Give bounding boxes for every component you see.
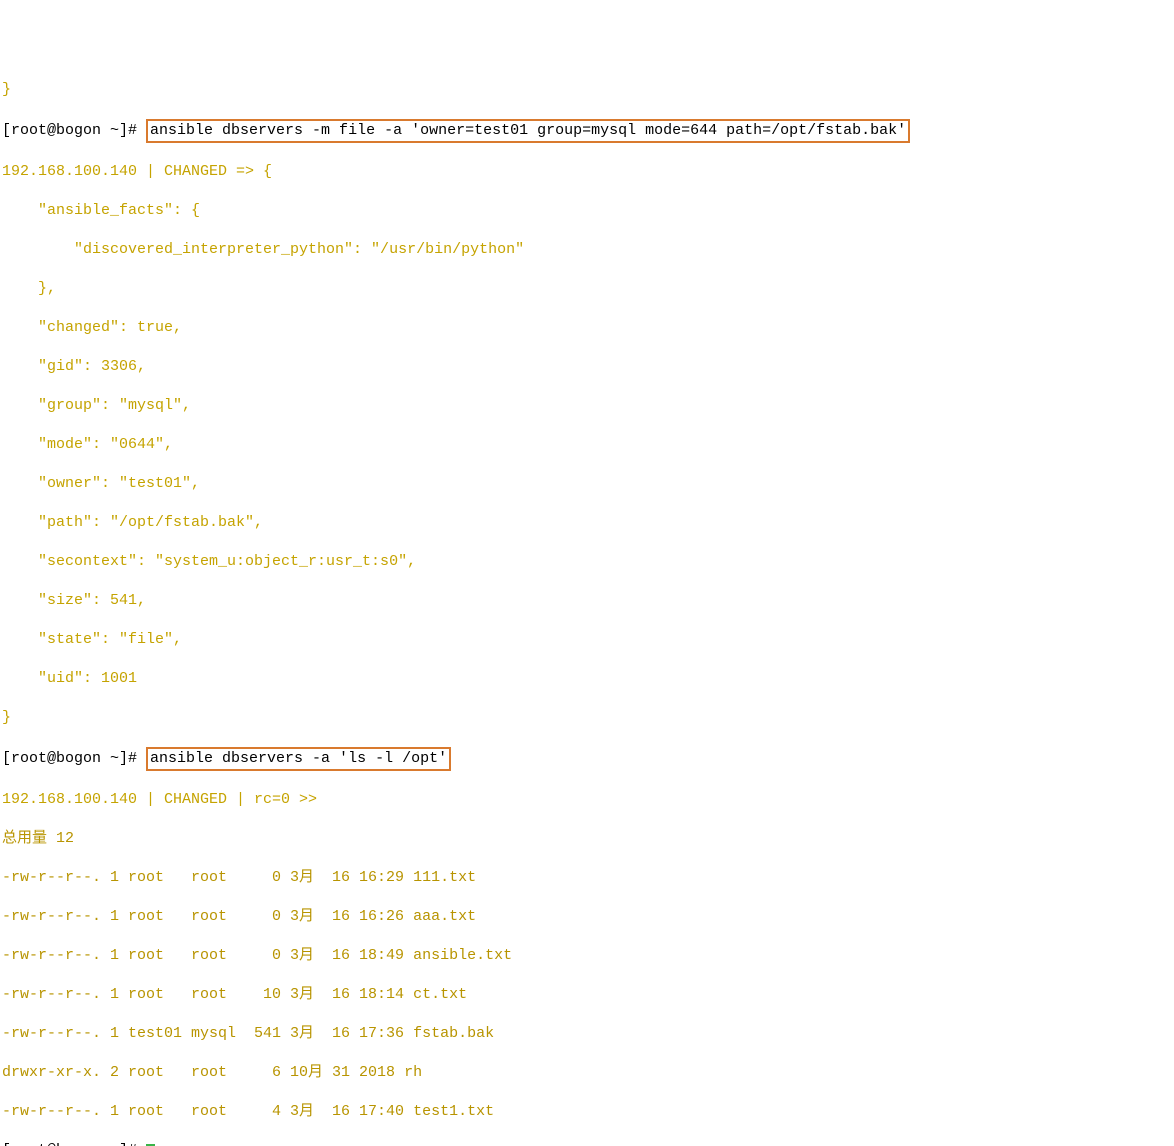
output-line: "ansible_facts": { [2,201,1172,221]
output-line: "uid": 1001 [2,669,1172,689]
shell-prompt: [root@bogon ~]# [2,1142,146,1146]
output-line: "gid": 3306, [2,357,1172,377]
ansible-output-header-2: 192.168.100.140 | CHANGED | rc=0 >> [2,790,1172,810]
command-line-3[interactable]: [root@bogon ~]# [2,1141,1172,1146]
output-line: "state": "file", [2,630,1172,650]
ls-file-row: -rw-r--r--. 1 root root 0 3月 16 16:29 11… [2,868,1172,888]
ls-file-row: -rw-r--r--. 1 root root 0 3月 16 16:26 aa… [2,907,1172,927]
output-line: }, [2,279,1172,299]
shell-prompt: [root@bogon ~]# [2,122,146,139]
output-line: "mode": "0644", [2,435,1172,455]
ls-total: 总用量 12 [2,829,1172,849]
ls-file-row: -rw-r--r--. 1 root root 4 3月 16 17:40 te… [2,1102,1172,1122]
output-line: "path": "/opt/fstab.bak", [2,513,1172,533]
output-line: "secontext": "system_u:object_r:usr_t:s0… [2,552,1172,572]
output-line: } [2,708,1172,728]
output-line: "changed": true, [2,318,1172,338]
highlighted-command-2: ansible dbservers -a 'ls -l /opt' [146,747,451,771]
output-line: "discovered_interpreter_python": "/usr/b… [2,240,1172,260]
ansible-output-header: 192.168.100.140 | CHANGED => { [2,162,1172,182]
command-line-2: [root@bogon ~]# ansible dbservers -a 'ls… [2,747,1172,771]
json-close: } [2,81,11,98]
command-line-1: [root@bogon ~]# ansible dbservers -m fil… [2,119,1172,143]
highlighted-command-1: ansible dbservers -m file -a 'owner=test… [146,119,910,143]
ls-file-row: -rw-r--r--. 1 root root 10 3月 16 18:14 c… [2,985,1172,1005]
shell-prompt: [root@bogon ~]# [2,750,146,767]
output-line: "group": "mysql", [2,396,1172,416]
output-line: "owner": "test01", [2,474,1172,494]
output-line: "size": 541, [2,591,1172,611]
cursor-icon [146,1144,155,1146]
ls-file-row: -rw-r--r--. 1 root root 0 3月 16 18:49 an… [2,946,1172,966]
ls-file-row: drwxr-xr-x. 2 root root 6 10月 31 2018 rh [2,1063,1172,1083]
ls-file-row: -rw-r--r--. 1 test01 mysql 541 3月 16 17:… [2,1024,1172,1044]
